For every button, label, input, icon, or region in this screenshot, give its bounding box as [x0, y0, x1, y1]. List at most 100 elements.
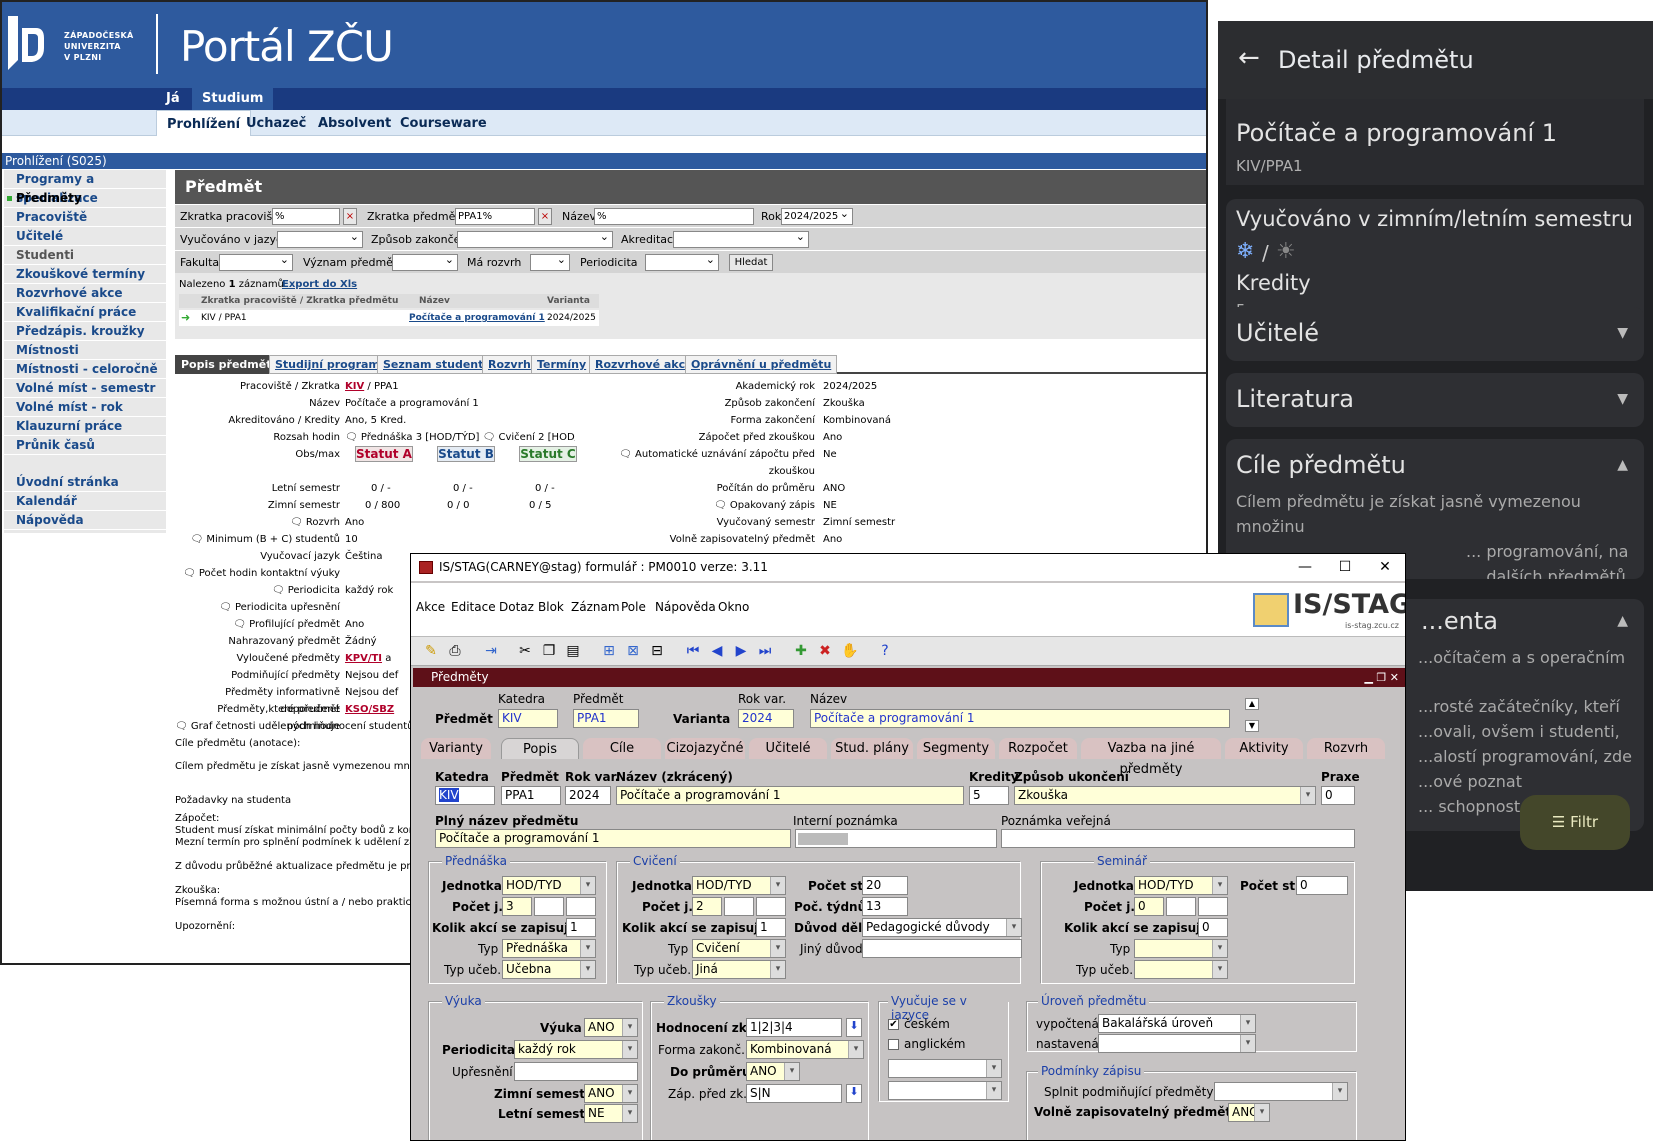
rokvar-field[interactable]: 2024	[738, 709, 794, 728]
cviceni-extra-field[interactable]	[724, 897, 754, 916]
literatura-card[interactable]: Literatura ▼	[1226, 373, 1644, 427]
popis-zpusob-select[interactable]: Zkouška	[1014, 786, 1316, 805]
predmet-field[interactable]: PPA1	[573, 709, 639, 728]
prednaska-typuceb-select[interactable]: Učebna	[502, 960, 596, 979]
tab-stud-plany[interactable]: Stud. plány	[831, 738, 913, 759]
tab-seznam-studentu[interactable]: Seznam studentů	[377, 355, 498, 374]
sidebar-item[interactable]: Programy a specializace	[4, 170, 166, 205]
rozvrh-select[interactable]	[530, 252, 570, 271]
clear-icon[interactable]: ×	[343, 208, 357, 225]
execute-query-icon[interactable]: ⊠	[625, 643, 641, 659]
subnav-courseware[interactable]: Courseware	[390, 110, 497, 136]
verejna-poznamka-field[interactable]	[1001, 829, 1355, 848]
menu-editace[interactable]: Editace	[451, 600, 496, 614]
upresneni-field[interactable]	[514, 1062, 638, 1081]
hodnoceni-field[interactable]: 1|2|3|4	[746, 1018, 842, 1037]
cviceni-pocetst-field[interactable]: 20	[862, 876, 908, 895]
vypoctena-select[interactable]: Bakalářská úroveň	[1098, 1014, 1256, 1033]
col-header[interactable]: Varianta	[547, 294, 590, 308]
copy-icon[interactable]: ❐	[541, 643, 557, 659]
volne-select[interactable]: ANO	[1228, 1103, 1270, 1122]
cviceni-extra-field[interactable]	[756, 897, 786, 916]
nazev-field[interactable]: Počítače a programování 1	[810, 709, 1230, 728]
vyznam-select[interactable]	[392, 252, 458, 271]
cviceni-kolik-field[interactable]: 1	[756, 918, 786, 937]
seminar-extra-field[interactable]	[1198, 897, 1228, 916]
nastavena-select[interactable]	[1098, 1034, 1256, 1053]
popis-nazev-field[interactable]: Počítače a programování 1	[616, 786, 964, 805]
seminar-typuceb-select[interactable]	[1134, 960, 1228, 979]
popis-predmet-field[interactable]: PPA1	[501, 786, 561, 805]
zkratka-predmetu-input[interactable]: PPA1%	[455, 208, 535, 225]
cesky-checkbox[interactable]: ✔	[888, 1019, 899, 1030]
popis-kredity-field[interactable]: 5	[969, 786, 1009, 805]
jazyk-select[interactable]	[277, 229, 363, 248]
lock-record-icon[interactable]: ✋	[841, 643, 858, 659]
exit-icon[interactable]: ⇥	[483, 643, 499, 659]
export-xls-link[interactable]: Export do Xls	[282, 279, 357, 290]
zpusob-select[interactable]	[457, 229, 613, 248]
detail-link[interactable]: KPV/TI	[345, 653, 382, 664]
sidebar-item[interactable]: Zkouškové termíny	[4, 265, 166, 284]
forma-select[interactable]: Kombinovaná	[746, 1040, 864, 1059]
sidebar-item[interactable]: Místnosti	[4, 341, 166, 360]
col-header[interactable]: Zkratka pracoviště / Zkratka předmětu	[201, 294, 398, 308]
subnav-absolvent[interactable]: Absolvent	[308, 110, 401, 136]
plny-nazev-field[interactable]: Počítače a programování 1	[435, 829, 791, 848]
seminar-extra-field[interactable]	[1166, 897, 1196, 916]
menu-zaznam[interactable]: Záznam	[571, 600, 620, 614]
cviceni-duvod-select[interactable]: Pedagogické důvody	[862, 918, 1022, 937]
menu-blok[interactable]: Blok	[538, 600, 564, 614]
katedra-field[interactable]: KIV	[498, 709, 558, 728]
sidebar-item-predmety[interactable]: Předměty	[4, 189, 166, 208]
tab-segmenty[interactable]: Segmenty	[917, 738, 995, 759]
zimni-select[interactable]: ANO	[584, 1084, 638, 1103]
minimize-icon[interactable]: —	[1285, 554, 1325, 581]
query-icon[interactable]: ⊞	[601, 643, 617, 659]
popis-katedra-field[interactable]: KIV	[435, 786, 495, 805]
sidebar-item-napoveda[interactable]: Nápověda	[4, 511, 166, 530]
menu-pole[interactable]: Pole	[621, 600, 646, 614]
tab-vazba[interactable]: Vazba na jiné předměty	[1081, 738, 1221, 777]
tab-rozpocet[interactable]: Rozpočet	[999, 738, 1077, 759]
vyuka-select[interactable]: ANO	[584, 1018, 638, 1037]
sidebar-item[interactable]: Volné míst - rok	[4, 398, 166, 417]
sidebar-item[interactable]: Místnosti - celoročně	[4, 360, 166, 379]
popis-rokvar-field[interactable]: 2024	[565, 786, 611, 805]
sidebar-item-uvod[interactable]: Úvodní stránka	[4, 473, 166, 492]
download-icon[interactable]: ⬇	[846, 1084, 862, 1103]
letni-select[interactable]: NE	[584, 1104, 638, 1123]
clear-icon[interactable]: ×	[538, 208, 552, 225]
filter-fab[interactable]: ☰ Filtr	[1520, 795, 1630, 850]
sidebar-item[interactable]: Učitelé	[4, 227, 166, 246]
detail-link[interactable]: KSO/SBZ	[345, 704, 394, 715]
status-button[interactable]: Statut B	[437, 446, 495, 462]
tab-varianty[interactable]: Varianty	[421, 738, 491, 759]
tab-cile[interactable]: Cíle	[583, 738, 661, 759]
tab-ucitele[interactable]: Učitelé	[749, 738, 827, 759]
delete-record-icon[interactable]: ✖	[817, 643, 833, 659]
seminar-pocetj-field[interactable]: 0	[1134, 897, 1164, 916]
nazev-input[interactable]: %	[594, 208, 754, 225]
menu-akce[interactable]: Akce	[416, 600, 445, 614]
graf-link[interactable]: 🗨 Graf četnosti udělených hodnocení stud…	[175, 718, 423, 735]
col-header[interactable]: Název	[419, 294, 450, 308]
seminar-jednotka-select[interactable]: HOD/TYD	[1134, 876, 1228, 895]
periodicita-select[interactable]: každý rok	[514, 1040, 638, 1059]
prednaska-extra-field[interactable]	[534, 897, 564, 916]
print-icon[interactable]: ⎙	[447, 643, 463, 659]
splnit-select[interactable]	[1214, 1082, 1348, 1101]
jazyk-select[interactable]	[888, 1059, 1002, 1078]
cviceni-pocetj-field[interactable]: 2	[692, 897, 722, 916]
anglicky-checkbox[interactable]	[888, 1039, 899, 1050]
cviceni-typ-select[interactable]: Cvičení	[692, 939, 786, 958]
sidebar-item[interactable]: Předzápis. kroužky	[4, 322, 166, 341]
cviceni-jednotka-select[interactable]: HOD/TYD	[692, 876, 786, 895]
back-arrow-icon[interactable]: ←	[1238, 43, 1260, 73]
interni-poznamka-field[interactable]	[795, 829, 997, 848]
prednaska-jednotka-select[interactable]: HOD/TYD	[502, 876, 596, 895]
prednaska-kolik-field[interactable]: 1	[566, 918, 596, 937]
prev-record-icon[interactable]: ◀	[709, 643, 725, 659]
nav-studium[interactable]: Studium	[192, 88, 274, 110]
prednaska-typ-select[interactable]: Přednáška	[502, 939, 596, 958]
